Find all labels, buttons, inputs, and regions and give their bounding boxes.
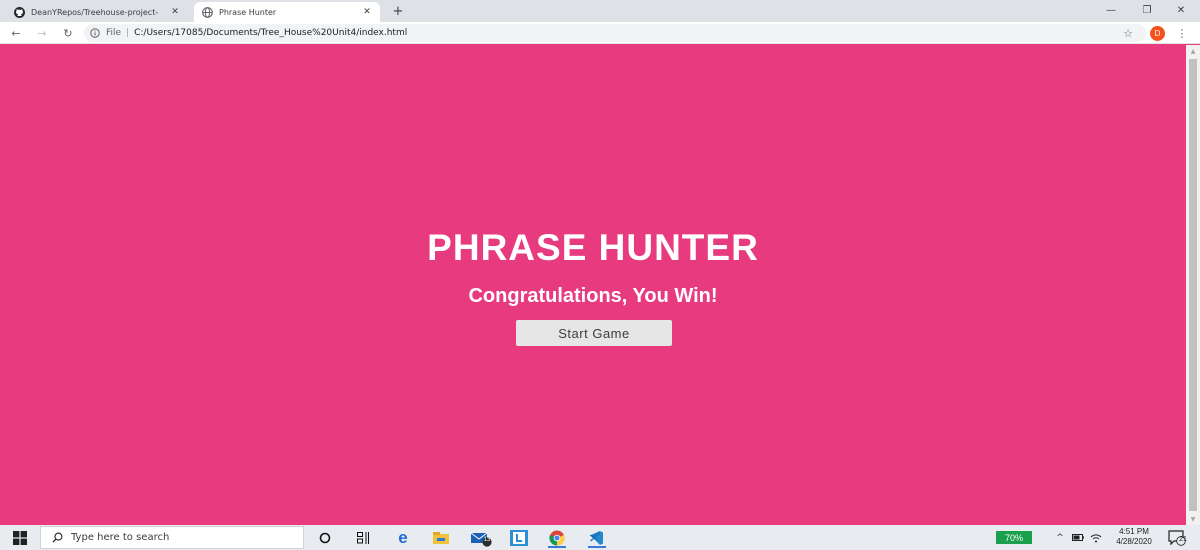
menu-dots-icon[interactable]: ⋮ bbox=[1176, 25, 1188, 41]
scroll-up-arrow-icon[interactable]: ▲ bbox=[1186, 45, 1200, 57]
show-hidden-icons-icon[interactable]: ^ bbox=[1052, 529, 1068, 546]
game-over-message: Congratulations, You Win! bbox=[468, 285, 718, 307]
edge-browser-icon[interactable]: e bbox=[390, 527, 416, 548]
vertical-scrollbar[interactable]: ▲ ▼ bbox=[1186, 45, 1200, 525]
chrome-icon[interactable] bbox=[544, 527, 570, 548]
game-overlay: PHRASE HUNTER Congratulations, You Win! … bbox=[0, 45, 1186, 525]
clock-time: 4:51 PM bbox=[1119, 527, 1149, 536]
cortana-icon[interactable] bbox=[312, 527, 338, 548]
mail-icon[interactable]: 13 bbox=[468, 527, 494, 548]
tab-phrase-hunter[interactable]: Phrase Hunter ✕ bbox=[194, 2, 380, 22]
scheme-label: File bbox=[106, 28, 122, 38]
mail-badge: 13 bbox=[483, 537, 491, 543]
tab-title: DeanYRepos/Treehouse-project- bbox=[31, 7, 159, 17]
back-arrow-icon[interactable]: ← bbox=[8, 25, 24, 41]
battery-icon[interactable] bbox=[1070, 529, 1086, 546]
game-title: PHRASE HUNTER bbox=[427, 227, 759, 268]
wifi-icon[interactable] bbox=[1088, 529, 1104, 546]
scroll-down-arrow-icon[interactable]: ▼ bbox=[1186, 513, 1200, 525]
battery-level-badge: 70% bbox=[996, 531, 1032, 544]
forward-arrow-icon[interactable]: → bbox=[34, 25, 50, 41]
close-tab-icon[interactable]: ✕ bbox=[168, 5, 182, 19]
url-text: C:/Users/17085/Documents/Tree_House%20Un… bbox=[134, 28, 408, 38]
scroll-thumb[interactable] bbox=[1189, 59, 1197, 511]
address-bar[interactable]: File | C:/Users/17085/Documents/Tree_Hou… bbox=[84, 24, 1146, 42]
new-tab-button[interactable]: + bbox=[390, 2, 406, 20]
clock-date: 4/28/2020 bbox=[1116, 537, 1152, 546]
restore-icon[interactable]: ❐ bbox=[1132, 0, 1162, 20]
tab-title: Phrase Hunter bbox=[219, 7, 277, 17]
reload-icon[interactable]: ↻ bbox=[60, 25, 76, 41]
windows-taskbar: Type here to search e 13 70% ^ 4:51 PM 4… bbox=[0, 525, 1200, 550]
vscode-icon[interactable] bbox=[584, 527, 610, 548]
profile-avatar[interactable]: D bbox=[1150, 26, 1165, 41]
task-view-icon[interactable] bbox=[350, 527, 376, 548]
github-icon bbox=[14, 6, 25, 18]
page-viewport: PHRASE HUNTER Congratulations, You Win! … bbox=[0, 45, 1186, 525]
search-placeholder: Type here to search bbox=[71, 532, 170, 543]
system-clock[interactable]: 4:51 PM 4/28/2020 bbox=[1108, 527, 1160, 548]
notification-center-icon[interactable]: 21 bbox=[1166, 529, 1188, 547]
info-icon[interactable] bbox=[90, 28, 100, 38]
tab-strip: DeanYRepos/Treehouse-project- ✕ Phrase H… bbox=[0, 0, 1200, 22]
start-game-button[interactable]: Start Game bbox=[516, 320, 672, 346]
windows-start-icon[interactable] bbox=[8, 529, 32, 546]
notification-count: 21 bbox=[1179, 536, 1187, 543]
address-separator: | bbox=[126, 28, 130, 38]
globe-icon bbox=[202, 6, 213, 18]
bookmark-star-icon[interactable]: ☆ bbox=[1120, 25, 1136, 41]
close-tab-icon[interactable]: ✕ bbox=[360, 5, 374, 19]
browser-toolbar: ← → ↻ File | C:/Users/17085/Documents/Tr… bbox=[0, 22, 1200, 44]
search-icon bbox=[51, 532, 63, 544]
file-explorer-icon[interactable] bbox=[428, 527, 454, 548]
taskbar-search-box[interactable]: Type here to search bbox=[40, 526, 304, 549]
tab-github-repo[interactable]: DeanYRepos/Treehouse-project- ✕ bbox=[6, 2, 188, 22]
close-window-icon[interactable]: ✕ bbox=[1166, 0, 1196, 20]
app-l-icon[interactable] bbox=[506, 527, 532, 548]
minimize-icon[interactable]: — bbox=[1096, 0, 1126, 20]
